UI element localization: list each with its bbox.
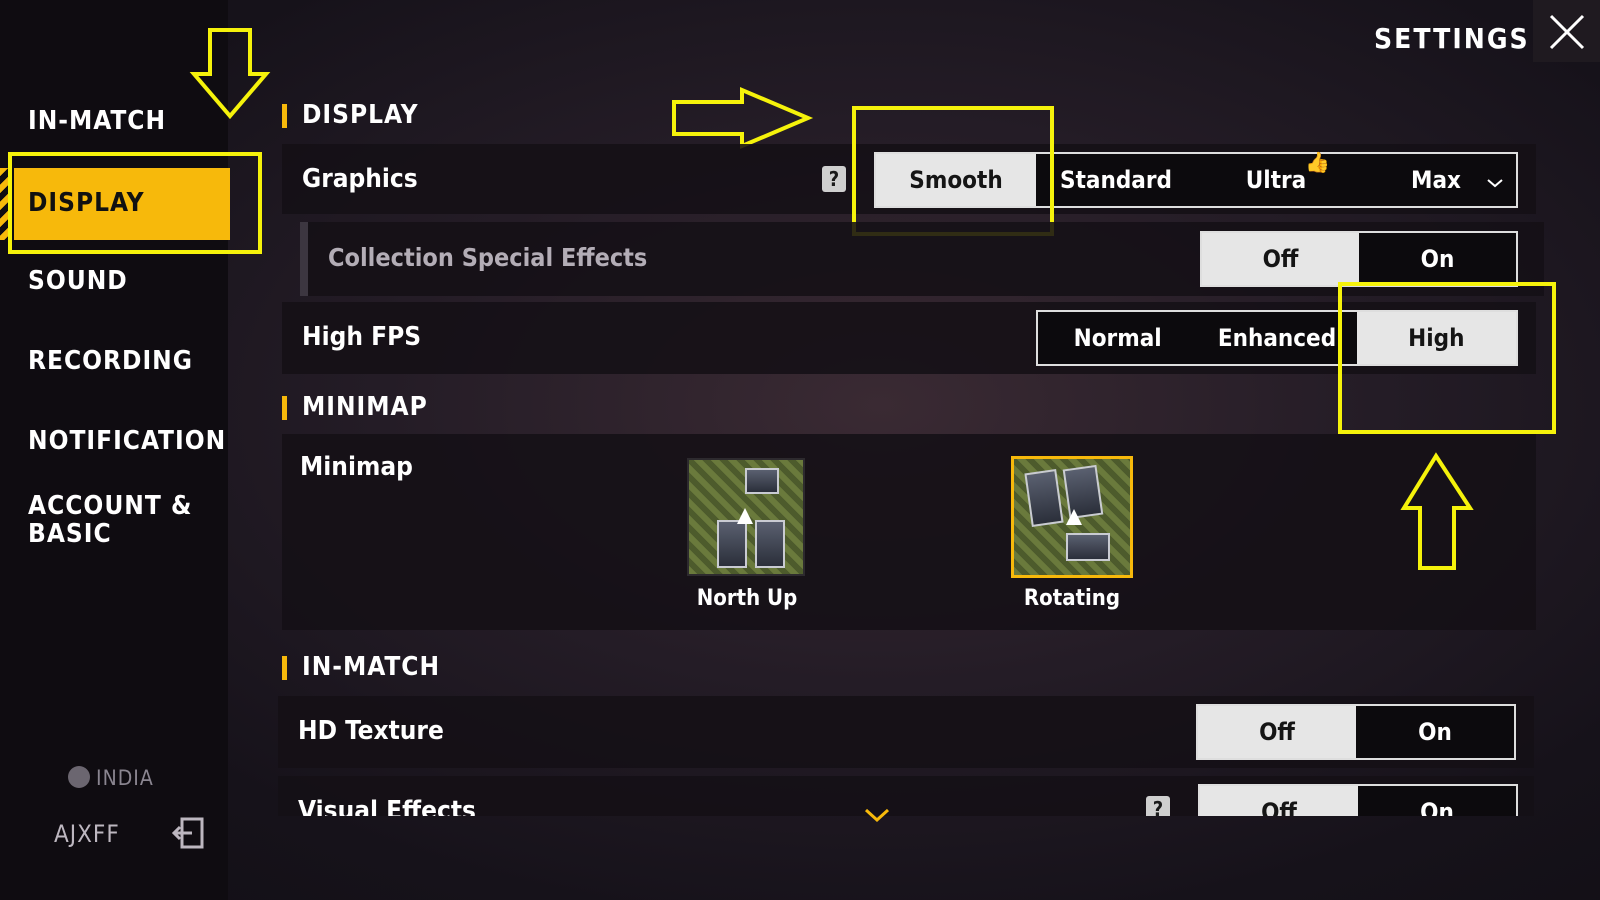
visual-effects-toggle: Off On [1198,784,1518,816]
graphics-option-max-label: Max [1411,166,1461,194]
visual-effects-on[interactable]: On [1358,786,1516,816]
visual-effects-label: Visual Effects [298,796,476,816]
hd-texture-off[interactable]: Off [1198,706,1356,758]
high-fps-option-enhanced[interactable]: Enhanced [1197,312,1356,364]
close-button[interactable] [1533,0,1600,62]
minimap-option-north-up[interactable] [687,458,805,576]
annotation-box-high [1338,282,1556,434]
minimap-option-north-up-label: North Up [696,586,798,611]
annotation-right-arrow [672,86,814,150]
chevron-down-icon [1487,179,1503,188]
graphics-option-ultra[interactable]: Ultra 👍 [1196,150,1356,206]
collection-effects-label: Collection Special Effects [328,243,648,272]
graphics-label: Graphics [302,164,418,194]
high-fps-option-normal[interactable]: Normal [1038,312,1197,364]
region-indicator: INDIA [68,766,154,790]
high-fps-label: High FPS [302,322,422,352]
annotation-box-smooth [852,106,1054,236]
region-label: INDIA [96,766,154,790]
sidebar-item-sound[interactable]: SOUND [28,266,128,296]
building-shape [755,520,785,568]
minimap-label: Minimap [300,452,413,482]
collection-effects-off[interactable]: Off [1202,233,1359,285]
minimap-option-rotating[interactable] [1011,456,1133,578]
username: AJXFF [54,820,120,848]
help-icon[interactable]: ? [1146,796,1170,816]
building-shape [717,520,747,568]
visual-effects-off[interactable]: Off [1200,786,1358,816]
collection-effects-on[interactable]: On [1359,233,1516,285]
collection-effects-toggle: Off On [1200,231,1518,287]
thumbs-up-icon: 👍 [1305,150,1330,174]
hd-texture-label: HD Texture [298,716,444,746]
minimap-row [282,434,1536,630]
player-arrow-icon [737,508,753,524]
sidebar-item-recording[interactable]: RECORDING [28,346,193,376]
graphics-option-standard[interactable]: Standard [1036,154,1196,206]
section-title-display: DISPLAY [282,100,419,130]
graphics-option-max[interactable]: Max [1356,154,1516,206]
sidebar-item-account-basic[interactable]: ACCOUNT & BASIC [28,492,192,548]
section-title-in-match: IN-MATCH [281,652,441,682]
visual-effects-row: Visual Effects ? Off On [278,776,1534,816]
building-shape [1066,533,1110,561]
sidebar: IN-MATCH DISPLAY SOUND RECORDING NOTIFIC… [0,0,230,900]
close-icon [1549,14,1585,50]
player-arrow-icon [1066,509,1082,525]
annotation-up-arrow [1400,452,1474,570]
help-icon[interactable]: ? [822,166,846,192]
hd-texture-on[interactable]: On [1356,706,1514,758]
scroll-down-chevron-icon[interactable] [864,808,890,824]
graphics-option-ultra-label: Ultra [1245,166,1307,194]
hd-texture-toggle: Off On [1196,704,1516,760]
annotation-down-arrow [189,28,271,120]
annotation-box-display-tab [8,152,262,254]
section-title-minimap: MINIMAP [282,392,428,422]
building-shape [1024,469,1064,527]
logout-icon[interactable] [171,816,204,849]
sidebar-item-in-match[interactable]: IN-MATCH [28,106,166,136]
building-shape [745,468,779,494]
minimap-option-rotating-label: Rotating [1023,586,1121,611]
sidebar-item-notification[interactable]: NOTIFICATION [28,426,226,456]
page-title: SETTINGS [1374,22,1530,55]
globe-icon [68,766,90,788]
